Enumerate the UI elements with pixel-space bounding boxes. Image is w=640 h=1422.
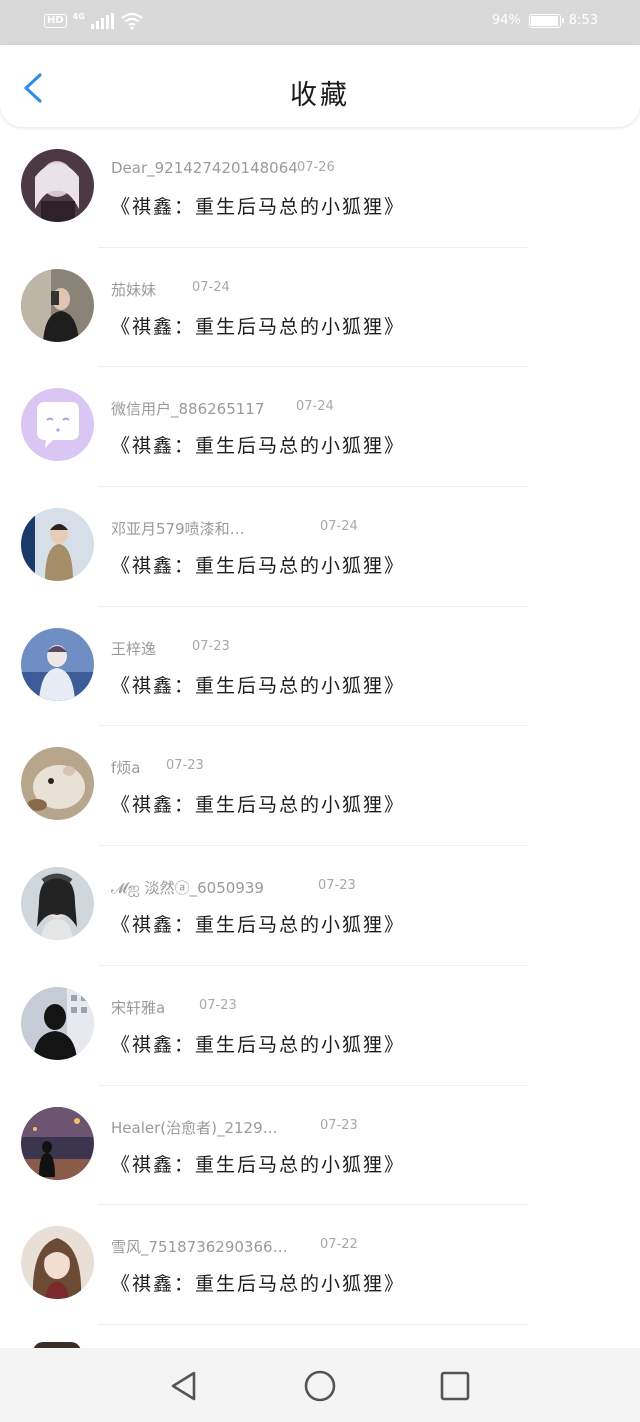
item-date: 07-23 xyxy=(199,997,237,1013)
nav-recents-button[interactable] xyxy=(437,1368,473,1404)
header: 收藏 xyxy=(0,45,640,127)
divider xyxy=(98,1323,528,1325)
item-meta: 宋轩雅a 07-23 xyxy=(111,997,237,1018)
user-name[interactable]: 𝓜ஐ 淡然ⓐ_6050939 xyxy=(111,877,264,899)
story-title[interactable]: 《祺鑫：重生后马总的小狐狸》 xyxy=(111,312,405,339)
item-meta: 微信用户_886265117 07-24 xyxy=(111,398,334,419)
user-name[interactable]: 雪风_7518736290366… xyxy=(111,1236,288,1257)
status-left: HD 4G xyxy=(44,12,144,30)
item-meta: 邓亚月579喷漆和… 07-24 xyxy=(111,518,358,539)
item-date: 07-22 xyxy=(320,1237,358,1253)
avatar[interactable] xyxy=(21,747,94,821)
network-type: 4G xyxy=(72,11,85,21)
avatar[interactable] xyxy=(21,268,94,342)
user-name[interactable]: 邓亚月579喷漆和… xyxy=(111,518,245,539)
status-bar: HD 4G 94% 8:53 xyxy=(0,0,640,45)
avatar[interactable] xyxy=(21,986,94,1060)
triangle-back-icon xyxy=(171,1371,196,1401)
item-date: 07-23 xyxy=(166,758,204,774)
item-date: 07-23 xyxy=(318,878,356,894)
favorite-item[interactable]: 雪风_7518736290366… 07-22 《祺鑫：重生后马总的小狐狸》 xyxy=(0,1205,640,1325)
circle-home-icon xyxy=(304,1370,336,1402)
item-meta: Healer(治愈者)_2129… 07-23 xyxy=(111,1117,358,1138)
nav-home-button[interactable] xyxy=(302,1368,338,1404)
favorite-item[interactable]: Healer(治愈者)_2129… 07-23 《祺鑫：重生后马总的小狐狸》 xyxy=(0,1086,640,1206)
item-date: 07-24 xyxy=(296,399,334,415)
item-meta: 茄妹妹 07-24 xyxy=(111,279,230,300)
square-recents-icon xyxy=(440,1371,470,1401)
favorite-item[interactable]: 王梓逸 07-23 《祺鑫：重生后马总的小狐狸》 xyxy=(0,607,640,727)
item-date: 07-24 xyxy=(192,279,230,295)
clock: 8:53 xyxy=(568,13,598,28)
story-title[interactable]: 《祺鑫：重生后马总的小狐狸》 xyxy=(111,431,405,458)
story-title[interactable]: 《祺鑫：重生后马总的小狐狸》 xyxy=(111,1269,405,1296)
user-name[interactable]: Dear_921427420148064 xyxy=(111,159,298,177)
item-date: 07-24 xyxy=(320,519,358,535)
nav-back-button[interactable] xyxy=(166,1368,202,1404)
user-name[interactable]: 宋轩雅a xyxy=(111,997,165,1018)
hd-badge: HD xyxy=(44,14,67,28)
avatar[interactable] xyxy=(21,508,94,582)
status-right: 94% 8:53 xyxy=(492,13,598,28)
story-title[interactable]: 《祺鑫：重生后马总的小狐狸》 xyxy=(111,551,405,578)
story-title[interactable]: 《祺鑫：重生后马总的小狐狸》 xyxy=(111,1150,405,1177)
user-name[interactable]: 微信用户_886265117 xyxy=(111,398,264,419)
wifi-icon xyxy=(121,12,143,30)
favorite-item[interactable]: 茄妹妹 07-24 《祺鑫：重生后马总的小狐狸》 xyxy=(0,248,640,368)
story-title[interactable]: 《祺鑫：重生后马总的小狐狸》 xyxy=(111,1030,405,1057)
favorite-item[interactable]: 微信用户_886265117 07-24 《祺鑫：重生后马总的小狐狸》 xyxy=(0,367,640,488)
favorite-item[interactable]: 𝓜ஐ 淡然ⓐ_6050939 07-23 《祺鑫：重生后马总的小狐狸》 xyxy=(0,846,640,966)
signal-icon xyxy=(90,13,114,29)
user-name[interactable]: 王梓逸 xyxy=(111,638,156,659)
item-date: 07-23 xyxy=(320,1117,358,1133)
page-title: 收藏 xyxy=(290,80,350,111)
system-nav-bar xyxy=(0,1348,640,1422)
avatar[interactable] xyxy=(21,1226,94,1300)
story-title[interactable]: 《祺鑫：重生后马总的小狐狸》 xyxy=(111,910,405,937)
item-date: 07-26 xyxy=(297,160,335,175)
story-title[interactable]: 《祺鑫：重生后马总的小狐狸》 xyxy=(111,192,405,219)
avatar[interactable] xyxy=(21,1106,94,1180)
story-title[interactable]: 《祺鑫：重生后马总的小狐狸》 xyxy=(111,671,405,698)
user-name[interactable]: Healer(治愈者)_2129… xyxy=(111,1117,278,1138)
favorite-item[interactable]: 宋轩雅a 07-23 《祺鑫：重生后马总的小狐狸》 xyxy=(0,966,640,1086)
item-meta: Dear_921427420148064 07-26 xyxy=(111,159,335,177)
item-meta: f烦a 07-23 xyxy=(111,757,204,778)
story-title[interactable]: 《祺鑫：重生后马总的小狐狸》 xyxy=(111,790,405,817)
user-name[interactable]: 茄妹妹 xyxy=(111,279,156,300)
item-meta: 𝓜ஐ 淡然ⓐ_6050939 07-23 xyxy=(111,877,356,899)
avatar[interactable] xyxy=(21,388,94,462)
user-name[interactable]: f烦a xyxy=(111,757,140,778)
item-meta: 王梓逸 07-23 xyxy=(111,638,230,659)
avatar[interactable] xyxy=(21,867,94,941)
favorites-list: Dear_921427420148064 07-26 《祺鑫：重生后马总的小狐狸… xyxy=(0,128,640,1325)
favorite-item[interactable]: 邓亚月579喷漆和… 07-24 《祺鑫：重生后马总的小狐狸》 xyxy=(0,487,640,607)
item-date: 07-23 xyxy=(192,638,230,654)
battery-percent: 94% xyxy=(491,13,521,28)
avatar[interactable] xyxy=(21,627,94,701)
avatar[interactable] xyxy=(21,149,94,222)
battery-icon xyxy=(528,13,564,28)
item-meta: 雪风_7518736290366… 07-22 xyxy=(111,1236,358,1257)
favorite-item[interactable]: f烦a 07-23 《祺鑫：重生后马总的小狐狸》 xyxy=(0,726,640,847)
favorite-item[interactable]: Dear_921427420148064 07-26 《祺鑫：重生后马总的小狐狸… xyxy=(0,128,640,248)
